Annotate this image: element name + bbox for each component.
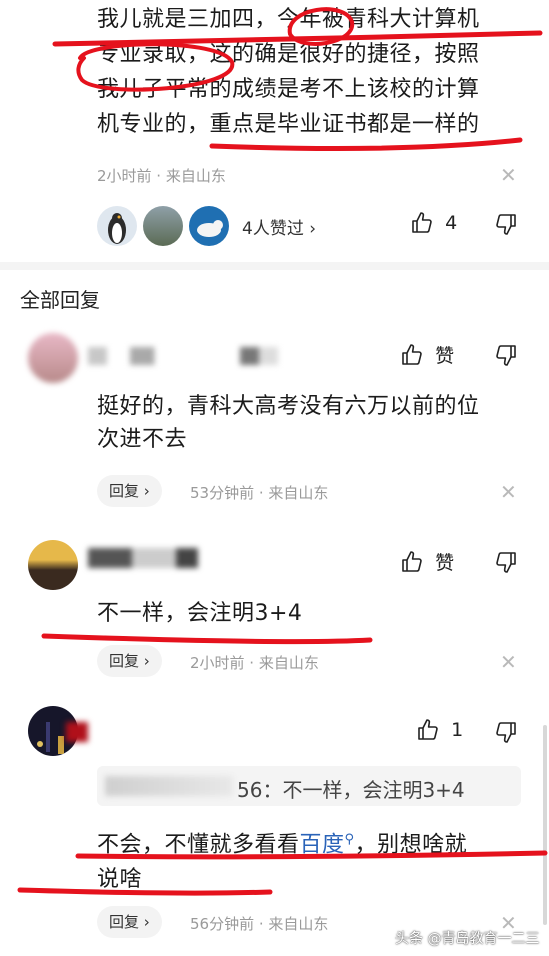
baidu-link[interactable]: 百度 [300,832,345,857]
penguin-icon [108,213,126,244]
annotation-underline-3 [41,633,373,645]
reply-3-like-count: 1 [451,719,464,741]
reply-2-username[interactable] [88,548,198,568]
watermark: 头条 @青岛教育一二三 [395,931,540,947]
reply-1-reply-button[interactable]: 回复 › [97,475,162,507]
liker-avatar-1[interactable] [97,206,137,246]
thumbs-down-icon [496,345,516,366]
reply-1-like-button[interactable]: 赞 [400,341,454,368]
reply-3-reply-button[interactable]: 回复 › [97,906,162,938]
top-comment-line-4: 机专业的，重点是毕业证书都是一样的 [97,112,480,137]
reply-3-like-button[interactable]: 1 [416,718,463,742]
reply-1-meta: 53分钟前 · 来自山东 [190,484,329,502]
thumbs-up-icon [402,550,422,572]
close-icon[interactable]: ✕ [500,165,517,185]
reply-3-text: 不会，不懂就多看看百度⚲，别想啥就 说啥 [97,822,537,897]
reply-1-text: 挺好的，青科大高考没有六万以前的位 次进不去 [97,390,537,456]
top-comment-line-1: 我儿就是三加四，今年被青科大计算机 [97,7,480,32]
section-divider [0,262,549,270]
search-icon[interactable]: ⚲ [345,832,355,847]
thumbs-down-icon [496,722,516,743]
reply-3-text-suffix: ，别想啥就 [354,832,468,858]
reply-1-like-label: 赞 [435,345,455,367]
reply-3-dislike-button[interactable] [494,720,518,744]
close-icon[interactable]: ✕ [500,652,517,672]
scrollbar[interactable] [543,725,547,925]
liker-avatar-3[interactable] [189,206,229,246]
polar-bear-icon [197,220,223,237]
red-annotations [17,7,548,896]
reply-1-dislike-button[interactable] [494,343,518,367]
reply-1-line-2: 次进不去 [97,427,188,452]
thumbs-down-icon [496,214,516,235]
reply-2-text: 不一样，会注明3+4 [97,601,303,626]
likers-summary[interactable]: 4人赞过 › [242,214,316,239]
top-comment-text: 我儿就是三加四，今年被青科大计算机 专业录取，这的确是很好的捷径，按照 我儿子平… [97,2,537,142]
reply-3-meta: 56分钟前 · 来自山东 [190,915,329,933]
top-comment-line-2: 专业录取，这的确是很好的捷径，按照 [97,42,480,67]
reply-3-line-1: 不会，不懂就多看看百度⚲，别想啥就 [97,822,537,862]
reply-2-reply-button[interactable]: 回复 › [97,645,162,677]
reply-1-avatar[interactable] [28,333,78,383]
reply-3-username[interactable] [66,722,88,742]
reply-2-meta: 2小时前 · 来自山东 [190,654,319,672]
thumbs-down-icon [496,552,516,573]
top-like-count: 4 [445,212,458,234]
reply-2-like-label: 赞 [435,552,455,574]
section-title: 全部回复 [20,288,100,312]
top-dislike-button[interactable] [494,212,518,236]
thumbs-up-icon [412,212,432,233]
reply-3-line-2: 说啥 [97,867,143,893]
reply-2-dislike-button[interactable] [494,550,518,574]
reply-3-text-prefix: 不会，不懂就多看看 [97,832,300,858]
liker-avatar-2[interactable] [143,206,183,246]
thumbs-up-icon [418,719,438,740]
reply-1-line-1: 挺好的，青科大高考没有六万以前的位 [97,394,480,419]
thumbs-up-icon [402,343,422,365]
reply-2-like-button[interactable]: 赞 [400,548,454,575]
top-like-button[interactable]: 4 [410,211,457,237]
top-comment-meta: 2小时前 · 来自山东 [97,167,226,185]
close-icon[interactable]: ✕ [500,482,517,502]
top-comment-line-3: 我儿子平常的成绩是考不上该校的计算 [97,77,480,102]
reply-1-username[interactable] [88,347,278,365]
quoted-text: 56：不一样，会注明3+4 [237,778,465,802]
quoted-reply-box[interactable]: 56：不一样，会注明3+4 [97,766,521,806]
quoted-username [105,776,233,796]
reply-2-avatar[interactable] [28,540,78,590]
